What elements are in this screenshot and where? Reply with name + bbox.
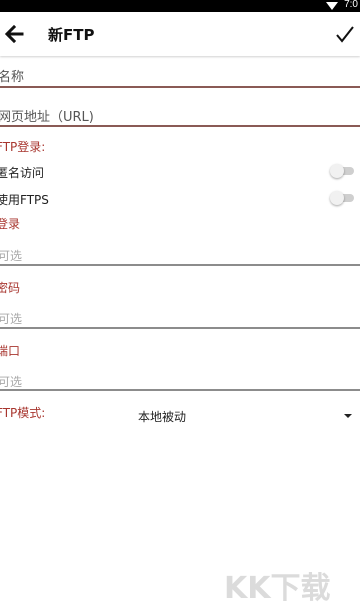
- password-input[interactable]: 可选: [0, 310, 22, 327]
- login-label: 登录: [0, 217, 21, 231]
- login-input[interactable]: 可选: [0, 247, 22, 264]
- back-arrow-icon[interactable]: [2, 22, 28, 46]
- confirm-check-icon[interactable]: [334, 23, 356, 45]
- ftps-toggle[interactable]: [330, 191, 356, 205]
- toggle-thumb: [330, 191, 344, 205]
- dropdown-arrow-icon: [344, 414, 352, 418]
- status-time: 7:0: [344, 0, 358, 10]
- anonymous-toggle[interactable]: [330, 164, 356, 178]
- name-input[interactable]: 名称: [0, 66, 24, 85]
- watermark: KK下载: [224, 568, 354, 606]
- url-field[interactable]: 网页地址（URL): [0, 102, 360, 128]
- login-underline: [0, 264, 360, 266]
- ftp-login-header: FTP登录:: [0, 140, 46, 154]
- ftp-mode-value: 本地被动: [137, 410, 186, 424]
- name-field[interactable]: 名称: [0, 62, 360, 88]
- url-underline: [0, 125, 360, 127]
- port-underline: [0, 389, 360, 391]
- ftp-mode-dropdown[interactable]: 本地被动: [0, 404, 360, 428]
- anonymous-label: 匿名访问: [0, 166, 45, 180]
- url-input[interactable]: 网页地址（URL): [0, 106, 94, 125]
- status-bar: 7:0: [0, 0, 360, 12]
- page-title: 新FTP: [48, 26, 95, 44]
- watermark-text: KK下载: [224, 571, 331, 604]
- port-input[interactable]: 可选: [0, 373, 22, 390]
- wifi-icon: [326, 2, 338, 10]
- port-label: 端口: [0, 344, 21, 358]
- password-label: 密码: [0, 281, 21, 295]
- ftps-label: 使用FTPS: [0, 193, 49, 207]
- app-bar: 新FTP: [0, 12, 360, 56]
- name-underline: [0, 86, 360, 88]
- password-underline: [0, 327, 360, 329]
- toggle-thumb: [330, 164, 344, 178]
